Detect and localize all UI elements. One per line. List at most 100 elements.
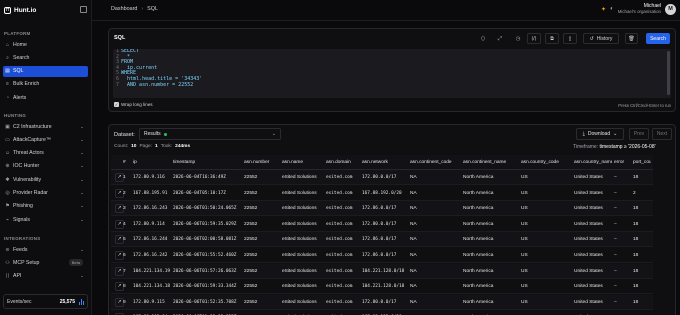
column-header[interactable]: asn.continent_code xyxy=(410,155,461,170)
table-row[interactable]: ↗ 8 104.221.134.18 2026-06-06T01:59:33.344Z… xyxy=(111,279,653,295)
expand-icon[interactable]: ⤢ xyxy=(495,34,505,44)
table-row[interactable]: ↗ 2 167.88.195.91 2026-06-04T05:10:17Z 22552… xyxy=(111,186,653,201)
sidebar-item-label: SQL xyxy=(13,68,24,75)
column-header[interactable]: timestamp xyxy=(173,155,242,170)
delete-button[interactable]: 🗑 xyxy=(625,33,638,44)
column-header[interactable]: asn.name xyxy=(282,155,324,170)
events-per-sec: Events/sec 25,575 xyxy=(3,294,88,309)
sql-editor[interactable]: 1 SELECT 2 * 3 FROM 4 ip.current 5 WHERE 6 html.… xyxy=(113,49,671,98)
cell-ip: 172.80.9.114 xyxy=(133,221,165,227)
sidebar-item-ioc-hunter[interactable]: ⊕ IOC Hunter ⌄ xyxy=(3,161,88,172)
chevron-down-icon: ⌄ xyxy=(80,123,84,129)
cell-error: – xyxy=(614,299,617,305)
table-row[interactable]: ↗ 9 172.80.9.115 2026-06-06T01:52:35.708Z 22… xyxy=(111,294,653,310)
table-row[interactable]: ↗ 7 104.221.134.19 2026-06-06T01:57:26.063Z… xyxy=(111,263,653,279)
table-row[interactable]: ↗ 4 172.80.9.114 2026-06-06T01:59:35.029Z 22… xyxy=(111,217,653,232)
theme-icon[interactable]: ◐ xyxy=(610,6,614,12)
cell-asn-name: eSited Solutions xyxy=(282,253,317,258)
table-row[interactable]: ↗ 3 172.86.16.243 2026-06-06T01:50:24.065Z 2… xyxy=(111,201,653,217)
cell-asn-country-name: United States xyxy=(574,253,603,258)
download-button[interactable]: ⤓ Download ⌄ xyxy=(576,128,624,140)
code-view-button[interactable]: ⟨/⟩ xyxy=(527,33,541,44)
prev-button[interactable]: Prev xyxy=(629,128,649,140)
sidebar-item-home[interactable]: ⌂ Home xyxy=(3,39,88,50)
save-button[interactable]: ▯ xyxy=(563,33,577,44)
breadcrumb-separator: › xyxy=(141,6,144,12)
column-header[interactable]: port_count xyxy=(633,155,651,170)
cell-port-count: 18 xyxy=(633,310,651,315)
column-header[interactable]: ip xyxy=(133,155,171,170)
cell-asn-country-name: United States xyxy=(574,237,603,243)
beta-badge: Beta xyxy=(68,259,83,267)
sidebar-item-threat-actors[interactable]: ☺ Threat Actors ⌄ xyxy=(3,148,88,159)
cell-asn-domain: esited.com xyxy=(326,253,353,258)
cell-asn-network: 172.80.0.0/17 xyxy=(362,175,397,180)
dataset-value: Results xyxy=(144,131,161,137)
cell-asn-domain: esited.com xyxy=(326,237,353,243)
signal-icon: ⌁ xyxy=(5,216,9,223)
column-header[interactable]: error xyxy=(614,155,631,170)
table-row[interactable]: ↗ 1 172.80.9.116 2026-06-04T16:36:49Z 22552 e… xyxy=(111,170,653,185)
cell-timestamp: 2026-06-06T01:50:24.065Z xyxy=(173,206,237,212)
format-code-icon[interactable]: ⟨⟩ xyxy=(478,34,488,44)
integrations-section-label: INTEGRATIONS xyxy=(4,236,41,241)
cell-error: – xyxy=(614,253,617,258)
cell-asn-continent-code: NA xyxy=(410,268,417,274)
chevron-down-icon: ⌄ xyxy=(80,203,84,209)
editor-scrollbar[interactable] xyxy=(667,51,670,95)
cell-port-count: 18 xyxy=(633,299,639,305)
avatar[interactable]: M xyxy=(665,3,676,15)
column-header[interactable]: asn.network xyxy=(362,155,408,170)
sidebar-item-phishing[interactable]: ⚑ Phishing ⌄ xyxy=(3,201,88,212)
user-menu[interactable]: ✦ ◐ Michael Michael's organisation M xyxy=(601,3,676,15)
table-header: # ip timestamp asn.number asn.name asn.domain… xyxy=(111,155,653,170)
history-button[interactable]: ↺ History xyxy=(583,33,619,44)
column-header[interactable]: asn.country_code xyxy=(521,155,572,170)
sidebar-item-attackcapture[interactable]: ▭ AttackCapture™ ⌄ xyxy=(3,134,88,145)
column-header[interactable]: asn.country_name xyxy=(574,155,612,170)
sidebar-item-search[interactable]: ⌕ Search xyxy=(3,52,88,63)
wrap-checkbox[interactable]: ✓ xyxy=(114,102,119,107)
sidebar-item-mcp-setup[interactable]: ⚇ MCP Setup Beta xyxy=(3,257,88,268)
cell-asn-country-code: US xyxy=(521,190,528,196)
sidebar-item-alerts[interactable]: ◔ Alerts xyxy=(3,92,88,103)
clock-icon[interactable]: ◷ xyxy=(513,34,523,44)
sidebar-item-sql[interactable]: ▤ SQL xyxy=(3,65,88,77)
table-row[interactable]: ↗10167.88.195.942026-06-06T01:53:53.825Z… xyxy=(111,310,653,315)
dataset-label: Dataset: xyxy=(114,132,135,138)
sidebar-item-label: AttackCapture™ xyxy=(13,136,52,143)
chevron-down-icon: ⌄ xyxy=(80,163,84,169)
sidebar-item-bulk-enrich[interactable]: ≡ Bulk Enrich xyxy=(3,79,88,90)
sidebar-item-vulnerability[interactable]: ✱ Vulnerability ⌄ xyxy=(3,174,88,185)
cell-asn-continent-name: North America xyxy=(463,175,494,180)
sidebar-item-c2-infrastructure[interactable]: ▣ C2 Infrastructure ⌄ xyxy=(3,121,88,132)
sidebar-item-signals[interactable]: ⌁ Signals ⌄ xyxy=(3,214,88,225)
sidebar-item-provider-radar[interactable]: ◎ Provider Radar ⌄ xyxy=(3,188,88,199)
sidebar-item-api[interactable]: ⟨⟩ API ⌄ xyxy=(3,271,88,282)
breadcrumb-dashboard[interactable]: Dashboard xyxy=(111,6,137,12)
download-label: Download xyxy=(587,131,611,137)
cell-asn-continent-name: North America xyxy=(463,206,494,212)
dataset-select[interactable]: Results ⌄ xyxy=(139,128,281,140)
page-value: 1 xyxy=(155,144,158,149)
cell-ip: 167.88.195.94 xyxy=(133,310,171,315)
column-header[interactable]: asn.domain xyxy=(326,155,360,170)
sidebar-item-label: Provider Radar xyxy=(13,190,48,196)
notification-icon[interactable]: ✦ xyxy=(601,6,606,13)
column-header[interactable]: asn.continent_name xyxy=(463,155,519,170)
column-header[interactable]: asn.number xyxy=(244,155,280,170)
wrap-long-lines[interactable]: ✓ Wrap long lines xyxy=(114,102,153,107)
cell-port-count: 18 xyxy=(633,221,639,227)
table-row[interactable]: ↗ 5 172.86.16.244 2026-06-06T02:00:58.081Z 2… xyxy=(111,232,653,248)
copy-button[interactable]: ⧉ xyxy=(545,33,559,44)
sidebar-collapse-icon[interactable] xyxy=(80,6,87,13)
sidebar-item-label: C2 Infrastructure xyxy=(13,123,52,130)
sidebar-item-feeds[interactable]: ≋ Feeds ⌄ xyxy=(3,244,88,255)
brand[interactable]: H Hunt.io xyxy=(4,5,36,15)
next-button[interactable]: Next xyxy=(652,128,672,140)
search-button[interactable]: Search xyxy=(646,33,670,44)
table-row[interactable]: ↗ 6 172.86.16.242 2026-06-06T01:55:52.460Z 2… xyxy=(111,248,653,263)
bell-icon: ◔ xyxy=(5,94,10,101)
cell-error: – xyxy=(614,206,617,212)
cell-error: – xyxy=(614,268,617,274)
